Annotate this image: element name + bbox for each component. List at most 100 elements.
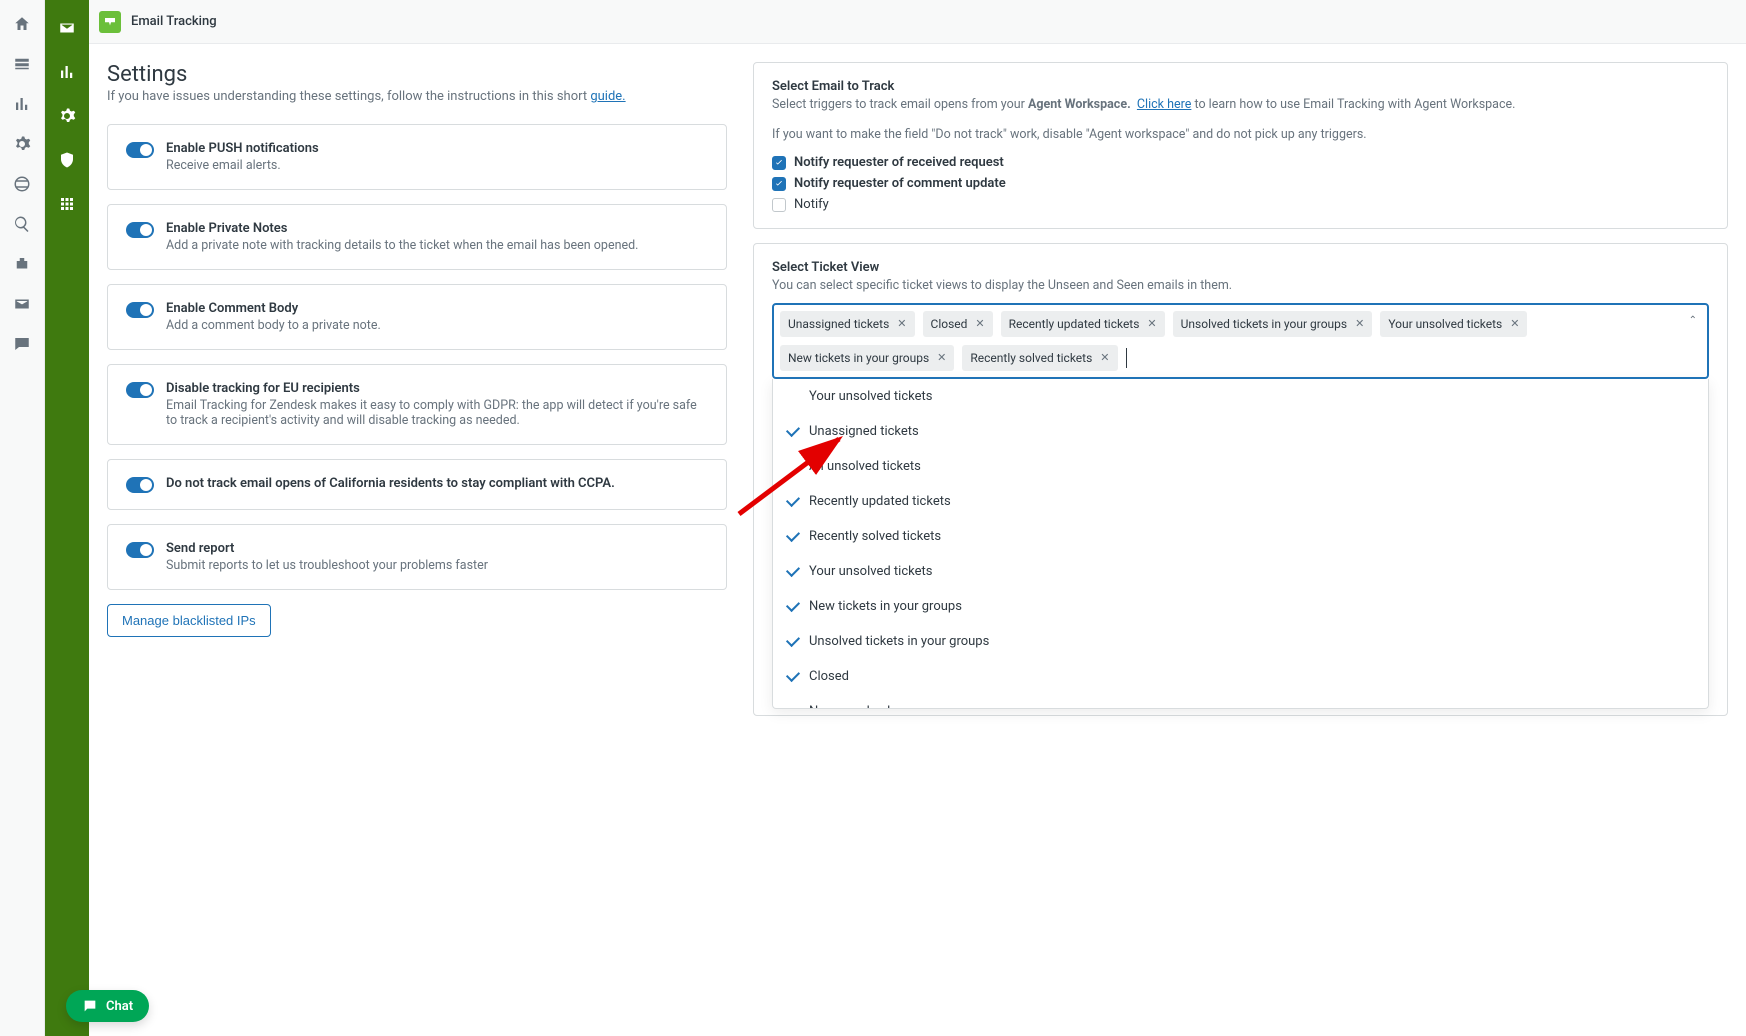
toggle-eu-disable-desc: Email Tracking for Zendesk makes it easy… (166, 398, 708, 428)
tag-label: Recently solved tickets (970, 351, 1092, 365)
toggle-comment-body[interactable] (126, 302, 154, 318)
toggle-private-notes-desc: Add a private note with tracking details… (166, 238, 638, 253)
toggle-push-desc: Receive email alerts. (166, 158, 319, 173)
dropdown-option[interactable]: Your unsolved tickets (773, 379, 1708, 414)
tag-remove-icon[interactable]: ✕ (1355, 317, 1364, 330)
tag-label: Unsolved tickets in your groups (1181, 317, 1347, 331)
selected-tag[interactable]: Unsolved tickets in your groups ✕ (1173, 311, 1373, 337)
mail-icon[interactable] (57, 18, 77, 38)
bar-chart-icon[interactable] (12, 94, 32, 114)
selected-tag[interactable]: Recently solved tickets ✕ (962, 345, 1117, 371)
shield-icon[interactable] (57, 150, 77, 170)
toggle-push-label: Enable PUSH notifications (166, 141, 319, 156)
page-title: Settings (107, 62, 727, 87)
card-push-notifications: Enable PUSH notifications Receive email … (107, 124, 727, 190)
toggle-comment-body-label: Enable Comment Body (166, 301, 381, 316)
bot-icon[interactable] (12, 254, 32, 274)
envelope-icon[interactable] (12, 294, 32, 314)
tag-label: Your unsolved tickets (1388, 317, 1502, 331)
click-here-link[interactable]: Click here (1137, 97, 1191, 112)
toggle-send-report-label: Send report (166, 541, 488, 556)
selected-tag[interactable]: Unassigned tickets ✕ (780, 311, 915, 337)
tag-remove-icon[interactable]: ✕ (1100, 351, 1109, 364)
toggle-push[interactable] (126, 142, 154, 158)
toggle-ccpa[interactable] (126, 477, 154, 493)
dropdown-option[interactable]: Unsolved tickets in your groups (773, 624, 1708, 659)
dropdown-option[interactable]: Recently solved tickets (773, 519, 1708, 554)
dropdown-option[interactable]: New tickets in your groups (773, 589, 1708, 624)
inbox-icon[interactable] (12, 54, 32, 74)
guide-link[interactable]: guide. (590, 89, 625, 104)
card-ticket-view: Select Ticket View You can select specif… (753, 243, 1728, 716)
gear-icon[interactable] (12, 134, 32, 154)
trigger-check-row[interactable]: Notify (772, 197, 1709, 212)
chat-label: Chat (106, 999, 133, 1014)
selected-tag[interactable]: Your unsolved tickets ✕ (1380, 311, 1527, 337)
zendesk-rail (0, 0, 45, 1036)
tag-remove-icon[interactable]: ✕ (1147, 317, 1156, 330)
chat-fab[interactable]: Chat (66, 990, 149, 1022)
toggle-private-notes[interactable] (126, 222, 154, 238)
card-ccpa: Do not track email opens of California r… (107, 459, 727, 510)
chevron-up-icon[interactable]: ⌃ (1689, 315, 1697, 326)
toggle-eu-disable-label: Disable tracking for EU recipients (166, 381, 708, 396)
checkbox-label: Notify (794, 197, 829, 212)
checkbox-label: Notify requester of received request (794, 155, 1004, 170)
toggle-eu-disable[interactable] (126, 382, 154, 398)
input-cursor (1126, 348, 1127, 368)
apps-grid-icon[interactable] (57, 194, 77, 214)
card-send-report: Send report Submit reports to let us tro… (107, 524, 727, 590)
app-logo-icon (99, 11, 121, 33)
checkbox[interactable] (772, 198, 786, 212)
select-email-desc: Select triggers to track email opens fro… (772, 96, 1709, 114)
ticket-view-desc: You can select specific ticket views to … (772, 277, 1709, 295)
dropdown-option[interactable]: Unassigned tickets (773, 414, 1708, 449)
tag-label: New tickets in your groups (788, 351, 929, 365)
topbar: Email Tracking (89, 0, 1746, 44)
dropdown-option[interactable]: Your unsolved tickets (773, 554, 1708, 589)
checkbox-label: Notify requester of comment update (794, 176, 1006, 191)
dropdown-option[interactable]: Closed (773, 659, 1708, 694)
selected-tag[interactable]: Recently updated tickets✕ (1001, 311, 1165, 337)
checkbox[interactable] (772, 156, 786, 170)
toggle-send-report[interactable] (126, 542, 154, 558)
dropdown-option[interactable]: Recently updated tickets (773, 484, 1708, 519)
trigger-check-row[interactable]: Notify requester of received request (772, 155, 1709, 170)
tag-remove-icon[interactable]: ✕ (1510, 317, 1519, 330)
ticket-view-dropdown[interactable]: Your unsolved ticketsUnassigned ticketsA… (772, 379, 1709, 709)
tag-label: Closed (931, 317, 968, 331)
page-subtitle-text: If you have issues understanding these s… (107, 89, 590, 104)
manage-blacklist-button[interactable]: Manage blacklisted IPs (107, 604, 271, 637)
checkbox[interactable] (772, 177, 786, 191)
ticket-view-title: Select Ticket View (772, 260, 1709, 275)
dropdown-option[interactable]: New unsolved (773, 694, 1708, 709)
card-private-notes: Enable Private Notes Add a private note … (107, 204, 727, 270)
search-icon[interactable] (12, 214, 32, 234)
card-comment-body: Enable Comment Body Add a comment body t… (107, 284, 727, 350)
tag-label: Unassigned tickets (788, 317, 889, 331)
settings-gear-icon[interactable] (57, 106, 77, 126)
card-eu-tracking: Disable tracking for EU recipients Email… (107, 364, 727, 445)
page-subtitle: If you have issues understanding these s… (107, 89, 727, 104)
topbar-title: Email Tracking (131, 14, 217, 29)
ticket-view-multiselect[interactable]: ⌃ Unassigned tickets✕Closed✕Recently upd… (772, 303, 1709, 379)
toggle-send-report-desc: Submit reports to let us troubleshoot yo… (166, 558, 488, 573)
selected-tag[interactable]: New tickets in your groups ✕ (780, 345, 954, 371)
selected-tag[interactable]: Closed ✕ (923, 311, 993, 337)
tag-remove-icon[interactable]: ✕ (897, 317, 906, 330)
toggle-private-notes-label: Enable Private Notes (166, 221, 638, 236)
tag-remove-icon[interactable]: ✕ (975, 317, 984, 330)
select-email-title: Select Email to Track (772, 79, 1709, 94)
dropdown-option[interactable]: All unsolved tickets (773, 449, 1708, 484)
comment-icon[interactable] (12, 334, 32, 354)
globe-icon[interactable] (12, 174, 32, 194)
app-sidebar (45, 0, 89, 1036)
tag-remove-icon[interactable]: ✕ (937, 351, 946, 364)
trigger-check-row[interactable]: Notify requester of comment update (772, 176, 1709, 191)
home-icon[interactable] (12, 14, 32, 34)
trigger-checklist: Notify requester of received request Noti… (772, 155, 1709, 212)
chart-bars-icon[interactable] (57, 62, 77, 82)
toggle-ccpa-label: Do not track email opens of California r… (166, 476, 615, 491)
card-select-email: Select Email to Track Select triggers to… (753, 62, 1728, 229)
chat-icon (82, 998, 98, 1014)
